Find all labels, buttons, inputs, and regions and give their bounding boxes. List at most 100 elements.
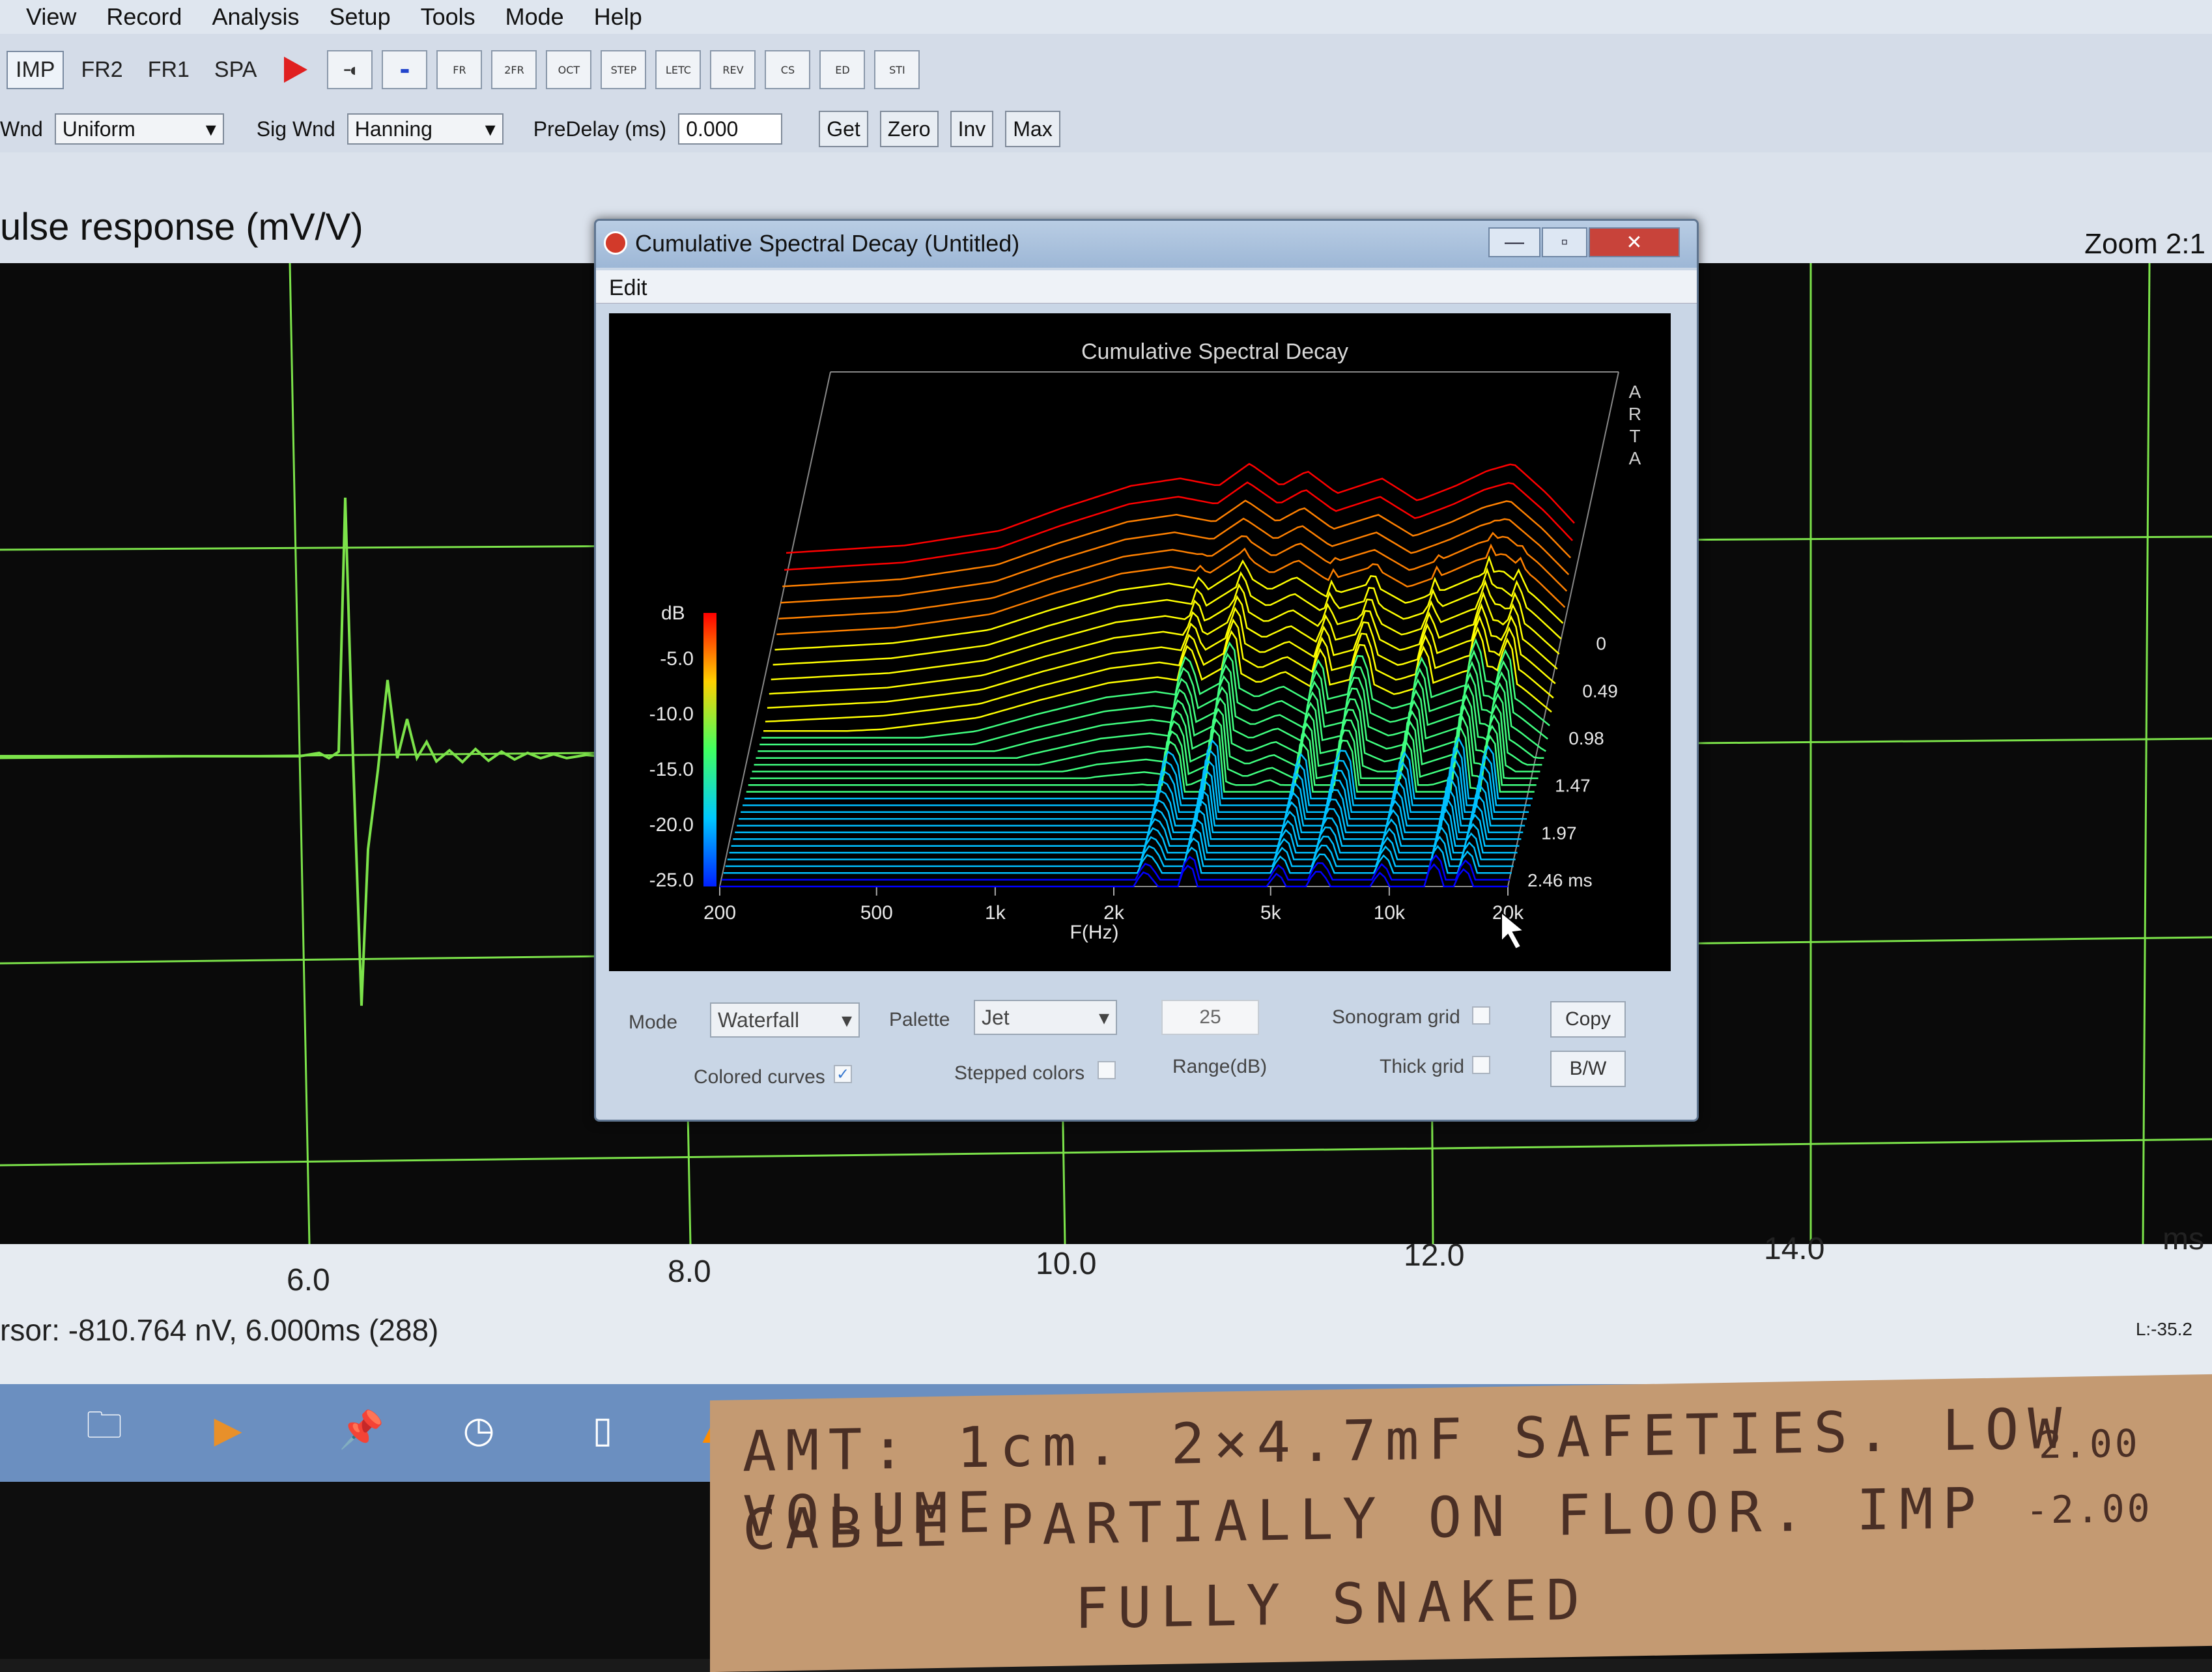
wnd-select[interactable]: Uniform ▾ xyxy=(54,113,224,145)
x-unit-label: ms xyxy=(2162,1222,2204,1256)
csd-controls: Mode Waterfall ▾ Palette Jet ▾ 25 Range(dB… xyxy=(609,983,1671,1113)
dialog-title: Cumulative Spectral Decay (Untitled) xyxy=(635,230,1020,257)
thick-grid-checkbox[interactable] xyxy=(1472,1056,1490,1074)
menu-item-help[interactable]: Help xyxy=(594,3,642,31)
predelay-input[interactable]: 0.000 xyxy=(678,113,783,145)
sti-icon[interactable]: STI xyxy=(874,50,920,89)
predelay-label: PreDelay (ms) xyxy=(533,117,667,141)
zoom-label: Zoom 2:1 xyxy=(2084,228,2205,260)
mode-fr2-button[interactable]: FR2 xyxy=(73,52,130,88)
menu-item-edit[interactable]: Edit xyxy=(609,276,647,301)
menu-item-view[interactable]: View xyxy=(26,3,76,31)
inv-button[interactable]: Inv xyxy=(950,111,994,147)
menu-item-record[interactable]: Record xyxy=(106,3,182,31)
decay-slice-curve xyxy=(782,500,1572,588)
mode-imp-button[interactable]: IMP xyxy=(7,50,64,89)
palette-select[interactable]: Jet ▾ xyxy=(974,1000,1117,1035)
x-tick-label: 14.0 xyxy=(1764,1232,1825,1266)
dialog-title-bar[interactable]: Cumulative Spectral Decay (Untitled) — ▫… xyxy=(596,221,1697,268)
pin-icon[interactable]: 📌 xyxy=(335,1404,388,1456)
x-tick-label: 8.0 xyxy=(668,1254,711,1289)
2fr-icon[interactable]: 2FR xyxy=(491,50,537,89)
max-button[interactable]: Max xyxy=(1005,111,1060,147)
menu-bar: View Record Analysis Setup Tools Mode He… xyxy=(0,0,2212,34)
probe-icon[interactable]: ━◖ xyxy=(327,50,373,89)
y-tick-label: -20.0 xyxy=(649,814,694,836)
sonogram-grid-checkbox[interactable] xyxy=(1472,1006,1490,1025)
watermark-letter: A xyxy=(1629,382,1641,402)
x-tick-label: 5k xyxy=(1260,902,1282,924)
menu-item-setup[interactable]: Setup xyxy=(330,3,391,31)
z-tick-label: 0.98 xyxy=(1568,728,1604,748)
colored-curves-checkbox[interactable]: ✓ xyxy=(834,1065,852,1083)
y-tick-label: -15.0 xyxy=(649,759,694,780)
bw-button[interactable]: B/W xyxy=(1550,1051,1626,1087)
get-button[interactable]: Get xyxy=(819,111,868,147)
ed-icon[interactable]: ED xyxy=(819,50,866,89)
params-bar: Wnd Uniform ▾ Sig Wnd Hanning ▾ PreDelay (… xyxy=(0,106,2212,152)
watermark-letter: R xyxy=(1628,404,1641,424)
clock-icon[interactable]: ◷ xyxy=(453,1404,505,1456)
copy-button[interactable]: Copy xyxy=(1550,1001,1626,1038)
palette-label: Palette xyxy=(889,1009,950,1030)
cursor-readout: rsor: -810.764 nV, 6.000ms (288) xyxy=(0,1313,439,1347)
y-axis-label: dB xyxy=(661,602,685,624)
minimize-button[interactable]: — xyxy=(1488,227,1540,257)
z-tick-label: 0.49 xyxy=(1582,681,1618,701)
decay-slice-curve xyxy=(780,517,1570,604)
mode-select[interactable]: Waterfall ▾ xyxy=(710,1002,860,1038)
oct-icon[interactable]: OCT xyxy=(546,50,592,89)
close-button[interactable]: ✕ xyxy=(1589,227,1680,257)
cs-icon[interactable]: CS xyxy=(765,50,811,89)
z-tick-label: 2.46 ms xyxy=(1527,870,1593,890)
chevron-down-icon: ▾ xyxy=(841,1008,852,1032)
csd-waterfall: Cumulative Spectral Decay dB -5.0 -10.0 -1… xyxy=(649,339,1641,950)
chevron-down-icon: ▾ xyxy=(1098,1006,1109,1029)
x-tick-label: 2k xyxy=(1103,902,1125,924)
menu-item-analysis[interactable]: Analysis xyxy=(212,3,299,31)
app-icon xyxy=(604,231,627,255)
toolbar: IMP FR2 FR1 SPA ━◖ ▬ FR 2FR OCT STEP LET… xyxy=(0,34,2212,106)
x-tick-label: 200 xyxy=(703,902,736,924)
note-line-3: FULLY SNAKED xyxy=(1075,1567,1589,1642)
chevron-down-icon: ▾ xyxy=(205,117,216,141)
sig-wnd-label: Sig Wnd xyxy=(256,117,335,141)
generator-icon[interactable]: ▬ xyxy=(382,50,428,89)
mode-label: Mode xyxy=(629,1012,678,1033)
media-player-icon[interactable]: ▶ xyxy=(202,1404,254,1456)
step-icon[interactable]: STEP xyxy=(601,50,647,89)
watermark-letter: A xyxy=(1629,448,1641,468)
menu-item-tools[interactable]: Tools xyxy=(421,3,475,31)
x-tick-label: 10.0 xyxy=(1036,1247,1097,1281)
x-tick-label: 6.0 xyxy=(287,1263,330,1297)
rev-icon[interactable]: REV xyxy=(710,50,756,89)
mode-spa-button[interactable]: SPA xyxy=(206,52,265,88)
record-play-icon[interactable] xyxy=(284,57,308,83)
maximize-button[interactable]: ▫ xyxy=(1542,227,1587,257)
menu-item-mode[interactable]: Mode xyxy=(505,3,564,31)
color-scale-bar xyxy=(703,613,716,886)
mode-fr1-button[interactable]: FR1 xyxy=(140,52,197,88)
colored-curves-label: Colored curves xyxy=(694,1066,825,1088)
x-tick-label: 10k xyxy=(1374,902,1406,924)
letc-icon[interactable]: LETC xyxy=(655,50,702,89)
mode-value: Waterfall xyxy=(718,1008,800,1032)
wnd-value: Uniform xyxy=(62,117,135,141)
z-axis-line xyxy=(1507,371,1619,887)
stepped-colors-checkbox[interactable] xyxy=(1098,1061,1116,1079)
handwritten-note: AMT: 1cm. 2×4.7mF SAFETIES. LOW VOLUME C… xyxy=(710,1374,2212,1672)
document-icon[interactable]: ▯ xyxy=(576,1404,629,1456)
wnd-label: Wnd xyxy=(0,117,43,141)
y-tick-label: -10.0 xyxy=(649,703,694,725)
folder-icon[interactable]: 🗀 xyxy=(78,1404,130,1456)
dialog-menu: Edit xyxy=(596,270,1697,304)
depth-edge-line xyxy=(719,371,831,887)
sig-wnd-select[interactable]: Hanning ▾ xyxy=(347,113,503,145)
range-spinner[interactable]: 25 xyxy=(1161,1000,1259,1035)
fr-icon[interactable]: FR xyxy=(436,50,483,89)
graph-title: ulse response (mV/V) xyxy=(0,206,363,248)
zero-button[interactable]: Zero xyxy=(879,111,939,147)
stepped-colors-label: Stepped colors xyxy=(954,1062,1085,1084)
chevron-down-icon: ▾ xyxy=(485,117,496,141)
z-tick-label: 1.47 xyxy=(1555,776,1591,796)
